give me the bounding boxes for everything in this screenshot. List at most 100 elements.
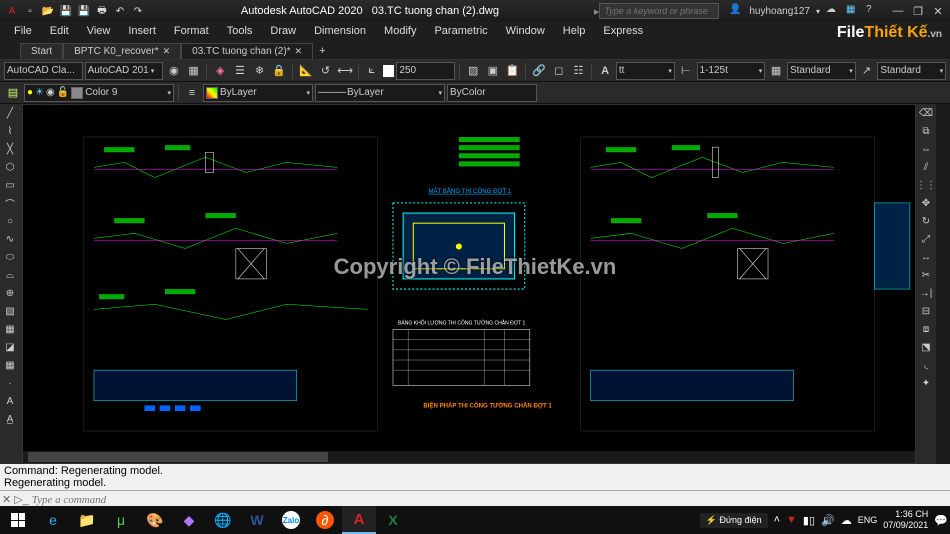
rotate-icon[interactable]: ↻ — [916, 212, 936, 230]
cloud-icon[interactable]: ☁ — [826, 4, 840, 18]
join-icon[interactable]: ⧈ — [916, 320, 936, 338]
taskbar-explorer[interactable]: 📁 — [70, 506, 104, 534]
menu-help[interactable]: Help — [555, 25, 594, 37]
linetype-combo[interactable]: ——— ByLayer ▾ — [315, 84, 445, 102]
array-icon[interactable]: ⋮⋮ — [916, 176, 936, 194]
mtext-icon[interactable]: A̲ — [0, 410, 20, 428]
point-icon[interactable]: · — [0, 374, 20, 392]
undo-icon[interactable]: ↶ — [112, 3, 128, 19]
hatch-tool-icon[interactable]: ▨ — [0, 302, 20, 320]
plotstyle-combo[interactable]: ByColor — [447, 84, 537, 102]
taskbar-utorrent[interactable]: μ — [104, 506, 138, 534]
minimize-button[interactable]: — — [890, 4, 906, 18]
menu-parametric[interactable]: Parametric — [426, 25, 495, 37]
tray-network-icon[interactable]: ▮▯ — [803, 514, 815, 527]
command-close-icon[interactable]: ✕ — [2, 493, 11, 506]
polygon-icon[interactable]: ⬡ — [0, 158, 20, 176]
text-icon[interactable]: A — [0, 392, 20, 410]
app-icon[interactable]: A — [4, 3, 20, 19]
tray-shield-icon[interactable]: ▼ — [786, 514, 797, 526]
freeze-icon[interactable]: ❄ — [251, 62, 269, 80]
mleader-style-icon[interactable]: ↗ — [858, 62, 876, 80]
mleaderstyle-combo[interactable]: Standard▾ — [877, 62, 946, 80]
taskbar-autocad[interactable]: A — [342, 506, 376, 534]
ellipse-arc-icon[interactable]: ⌓ — [0, 266, 20, 284]
hatch-icon[interactable]: ▨ — [464, 62, 482, 80]
rect-icon[interactable]: ▭ — [0, 176, 20, 194]
table-style-icon[interactable]: ▦ — [767, 62, 785, 80]
break-icon[interactable]: ⊟ — [916, 302, 936, 320]
paste-icon[interactable]: 📋 — [504, 62, 522, 80]
ellipse-icon[interactable]: ⬭ — [0, 248, 20, 266]
menu-edit[interactable]: Edit — [42, 25, 77, 37]
app-store-icon[interactable]: ▦ — [846, 4, 860, 18]
tab-start[interactable]: Start — [20, 43, 63, 59]
menu-window[interactable]: Window — [498, 25, 553, 37]
revert-icon[interactable]: ↺ — [317, 62, 335, 80]
template-combo[interactable]: AutoCAD 201▾ — [85, 62, 164, 80]
weather-widget[interactable]: ⚡ Đứng điện — [700, 513, 768, 528]
redo-icon[interactable]: ↷ — [130, 3, 146, 19]
crop-icon[interactable]: ◻ — [550, 62, 568, 80]
tab-doc2[interactable]: 03.TC tuong chan (2)*✕ — [181, 43, 313, 59]
grid-icon[interactable]: ▦ — [185, 62, 203, 80]
arc-icon[interactable]: ⌒ — [0, 194, 20, 212]
drawing-canvas[interactable]: MẶT BẰNG THI CÔNG ĐỢT 1 BẢNG KHỐI LƯỢNG … — [22, 104, 916, 464]
lineweight-swatch[interactable] — [383, 65, 395, 77]
match-icon[interactable]: ≡ — [183, 84, 201, 102]
taskbar-app1[interactable]: ◆ — [172, 506, 206, 534]
menu-file[interactable]: File — [6, 25, 40, 37]
xline-icon[interactable]: ╳ — [0, 140, 20, 158]
user-menu[interactable]: 👤 huyhoang127 ▾ ☁ ▦ ? — [729, 4, 880, 18]
dimstyle-icon[interactable]: ⊢ — [677, 62, 695, 80]
start-button[interactable] — [0, 506, 36, 534]
extend-icon[interactable]: →| — [916, 284, 936, 302]
menu-view[interactable]: View — [79, 25, 119, 37]
copy-icon[interactable]: ⧉ — [916, 122, 936, 140]
help-search-input[interactable] — [599, 3, 719, 19]
taskbar-paint[interactable]: 🎨 — [138, 506, 172, 534]
menu-modify[interactable]: Modify — [376, 25, 424, 37]
close-icon[interactable]: ✕ — [163, 46, 171, 57]
taskbar-word[interactable]: W — [240, 506, 274, 534]
chamfer-icon[interactable]: ⬔ — [916, 338, 936, 356]
close-button[interactable]: ✕ — [930, 4, 946, 18]
scale-icon[interactable]: ⤢ — [916, 230, 936, 248]
taskbar-ie[interactable]: e — [36, 506, 70, 534]
color-combo[interactable]: ByLayer ▾ — [203, 84, 313, 102]
layer-combo[interactable]: ●☀◉🔓 Color 9 ▾ — [24, 84, 174, 102]
saveas-icon[interactable]: 💾 — [76, 3, 92, 19]
attach-icon[interactable]: 🔗 — [530, 62, 548, 80]
dim-icon[interactable]: ⟷ — [336, 62, 354, 80]
list-icon[interactable]: ☷ — [570, 62, 588, 80]
mirror-icon[interactable]: ⇔ — [916, 140, 936, 158]
horizontal-scrollbar[interactable] — [23, 451, 915, 463]
tool-icon[interactable]: ⟀ — [363, 62, 381, 80]
pline-icon[interactable]: ⌇ — [0, 122, 20, 140]
menu-dimension[interactable]: Dimension — [306, 25, 374, 37]
explode-icon[interactable]: ✦ — [916, 374, 936, 392]
table-icon[interactable]: ▦ — [0, 356, 20, 374]
new-icon[interactable]: ▫ — [22, 3, 38, 19]
layer-icon[interactable]: ◈ — [211, 62, 229, 80]
region-icon[interactable]: ◪ — [0, 338, 20, 356]
taskbar-chrome[interactable]: 🌐 — [206, 506, 240, 534]
measure-icon[interactable]: 📐 — [297, 62, 315, 80]
layer-props-icon[interactable]: ▤ — [4, 84, 22, 102]
textstyle-combo[interactable]: tt▾ — [616, 62, 675, 80]
lineweight-combo[interactable]: 250 — [396, 62, 455, 80]
menu-format[interactable]: Format — [166, 25, 217, 37]
menu-insert[interactable]: Insert — [120, 25, 164, 37]
taskbar-app2[interactable]: ∂ — [308, 506, 342, 534]
plot-icon[interactable]: 🖶 — [94, 3, 110, 19]
stretch-icon[interactable]: ↔ — [916, 248, 936, 266]
tray-volume-icon[interactable]: 🔊 — [821, 514, 835, 527]
lock-icon[interactable]: 🔒 — [270, 62, 288, 80]
help-icon[interactable]: ? — [866, 4, 880, 18]
workspace-combo[interactable]: AutoCAD Cla... — [4, 62, 83, 80]
block-icon[interactable]: ▣ — [484, 62, 502, 80]
tray-language[interactable]: ENG — [858, 515, 878, 525]
line-icon[interactable]: ╱ — [0, 104, 20, 122]
menu-express[interactable]: Express — [595, 25, 651, 37]
dimstyle-combo[interactable]: 1-125t▾ — [697, 62, 766, 80]
